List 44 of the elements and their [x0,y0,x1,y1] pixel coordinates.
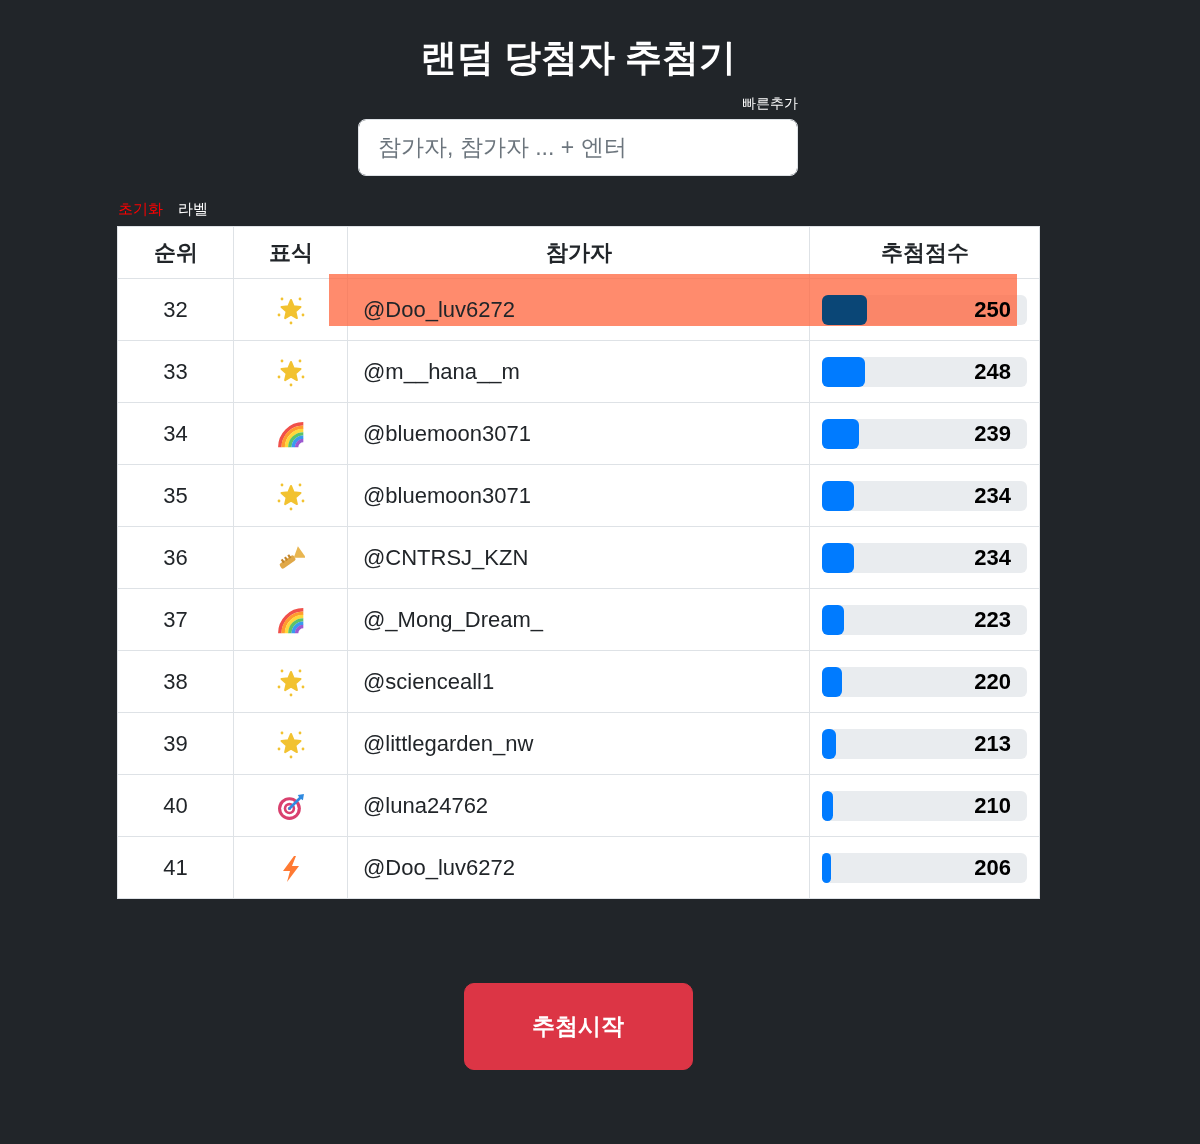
score-value: 250 [974,296,1012,323]
participant-input[interactable]: 참가자, 참가자 ... + 엔터 [358,119,798,176]
rank-cell: 34 [117,402,234,465]
rank-cell: 39 [117,712,234,775]
participant-cell: @scienceall1 [347,650,810,713]
rank-cell: 38 [117,650,234,713]
score-value: 213 [974,730,1012,757]
rainbow-icon [276,607,305,636]
rank-cell: 40 [117,774,234,837]
rank-cell: 32 [117,278,234,341]
rank-cell: 36 [117,526,234,589]
glowing-star-icon [276,483,305,512]
participant-cell: @Doo_luv6272 [347,836,810,899]
participant-cell: @bluemoon3071 [347,402,810,465]
rank-cell: 41 [117,836,234,899]
participant-cell: @_Mong_Dream_ [347,588,810,651]
glowing-star-icon [276,731,305,760]
column-header: 순위 [117,226,234,279]
score-value: 220 [974,668,1012,695]
score-value: 239 [974,420,1012,447]
glowing-star-icon [276,359,305,388]
start-draw-button[interactable]: 추첨시작 [463,983,693,1070]
reset-link[interactable]: 초기화 [118,200,163,217]
score-value: 234 [974,544,1012,571]
glowing-star-icon [276,669,305,698]
participant-cell: @luna24762 [347,774,810,837]
rank-cell: 35 [117,464,234,527]
rainbow-icon [276,421,305,450]
target-icon [276,793,305,822]
rank-cell: 37 [117,588,234,651]
glowing-star-icon [276,297,305,326]
page-title: 랜덤 당첨자 추첨기 [419,36,737,80]
score-value: 210 [974,792,1012,819]
quick-add-label: 빠른추가 [742,95,798,111]
score-value: 223 [974,606,1012,633]
participant-cell: @littlegarden_nw [347,712,810,775]
participant-cell: @CNTRSJ_KZN [347,526,810,589]
score-value: 248 [974,358,1012,385]
score-value: 206 [974,854,1012,881]
label-link[interactable]: 라벨 [178,200,208,217]
participant-cell: @m__hana__m [347,340,810,403]
participant-cell: @bluemoon3071 [347,464,810,527]
score-value: 234 [974,482,1012,509]
rank-cell: 33 [117,340,234,403]
